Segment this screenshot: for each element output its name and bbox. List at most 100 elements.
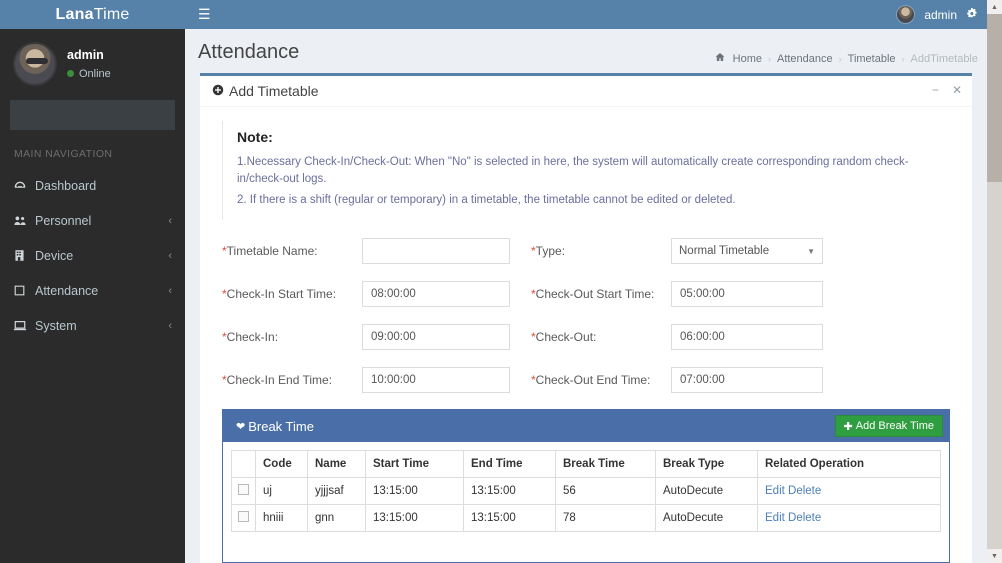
- field-label: *Check-Out:: [531, 330, 671, 344]
- sidebar-item-attendance[interactable]: Attendance ‹: [0, 273, 185, 308]
- dashboard-icon: [13, 179, 35, 193]
- breadcrumb-separator: ›: [838, 53, 842, 64]
- type-select-value: Normal Timetable: [679, 245, 770, 258]
- breadcrumb-attendance[interactable]: Attendance: [777, 53, 833, 65]
- page-scrollbar[interactable]: ▲ ▼: [987, 0, 1002, 563]
- device-icon: [13, 249, 35, 262]
- delete-link[interactable]: Delete: [788, 485, 821, 497]
- field-checkin: *Check-In:: [222, 324, 524, 351]
- users-icon: [13, 214, 35, 228]
- table-row: hniii gnn 13:15:00 13:15:00 78 AutoDecut…: [231, 504, 941, 533]
- sidebar-item-device[interactable]: Device ‹: [0, 238, 185, 273]
- field-label-text: Check-Out Start Time:: [535, 287, 655, 302]
- navbar-avatar[interactable]: [896, 5, 916, 24]
- row-checkbox-cell: [231, 477, 256, 506]
- edit-link[interactable]: Edit: [765, 485, 785, 497]
- field-label: *Check-In Start Time:: [222, 287, 362, 301]
- sidebar-item-personnel[interactable]: Personnel ‹: [0, 203, 185, 238]
- sidebar-caret: ‹: [168, 284, 172, 297]
- search-input[interactable]: [11, 101, 174, 129]
- sidebar-search[interactable]: [10, 100, 175, 130]
- close-button[interactable]: ✕: [952, 83, 962, 97]
- add-timetable-box: Add Timetable − ✕ Note: 1.Necessary Chec…: [200, 73, 972, 563]
- online-status-dot: [67, 70, 74, 78]
- column-end-time[interactable]: End Time: [463, 450, 556, 479]
- note-line-1: 1.Necessary Check-In/Check-Out: When "No…: [237, 156, 909, 185]
- field-label-text: Check-Out End Time:: [535, 373, 651, 388]
- field-label-text: Timetable Name:: [226, 244, 318, 259]
- sidebar-user-status: Online: [67, 67, 111, 82]
- checkin-end-time-input[interactable]: [362, 367, 510, 394]
- field-type: *Type: Normal Timetable ▼: [531, 238, 883, 265]
- sidebar-item-dashboard[interactable]: Dashboard: [0, 168, 185, 203]
- field-checkout-start-time: *Check-Out Start Time:: [531, 281, 883, 308]
- chevron-down-icon: ▼: [807, 246, 815, 256]
- avatar: [13, 42, 57, 86]
- checkout-end-time-input[interactable]: [671, 367, 823, 394]
- brand-logo[interactable]: Lana Time: [0, 0, 185, 29]
- column-start-time[interactable]: Start Time: [365, 450, 464, 479]
- column-break-type[interactable]: Break Type: [655, 450, 758, 479]
- timetable-name-input[interactable]: [362, 238, 510, 265]
- timetable-form: *Timetable Name: *Type: Normal Timetable…: [200, 238, 972, 394]
- checkout-input[interactable]: [671, 324, 823, 351]
- break-time-panel-header: ❤ Break Time ✚ Add Break Time: [223, 410, 949, 443]
- field-checkout-end-time: *Check-Out End Time:: [531, 367, 883, 394]
- gear-icon[interactable]: [966, 7, 979, 22]
- row-checkbox-cell: [231, 504, 256, 533]
- sidebar-caret: ‹: [168, 249, 172, 262]
- add-break-time-button[interactable]: ✚ Add Break Time: [834, 415, 943, 438]
- minimize-button[interactable]: −: [932, 83, 939, 97]
- note-section: Note: 1.Necessary Check-In/Check-Out: Wh…: [222, 121, 950, 221]
- field-label-text: Check-Out:: [535, 330, 597, 345]
- checkin-input[interactable]: [362, 324, 510, 351]
- cell-end-time: 13:15:00: [463, 504, 556, 533]
- sidebar-user-panel[interactable]: admin Online: [0, 29, 185, 96]
- system-icon: [13, 319, 35, 333]
- form-row: *Check-In End Time: *Check-Out End Time:: [222, 367, 954, 394]
- column-break-time[interactable]: Break Time: [555, 450, 656, 479]
- checkin-start-time-input[interactable]: [362, 281, 510, 308]
- type-select[interactable]: Normal Timetable ▼: [671, 238, 823, 265]
- column-code[interactable]: Code: [255, 450, 308, 479]
- cell-code: hniii: [255, 504, 308, 533]
- row-checkbox[interactable]: [238, 511, 249, 523]
- form-row: *Timetable Name: *Type: Normal Timetable…: [222, 238, 954, 265]
- row-checkbox[interactable]: [238, 484, 249, 496]
- field-label-text: Type:: [535, 244, 566, 259]
- field-label-text: Check-In Start Time:: [226, 287, 337, 302]
- sidebar-item-label: Attendance: [35, 283, 99, 298]
- break-time-table-wrap: Code Name Start Time End Time Break Time…: [223, 442, 949, 563]
- sidebar-caret: ‹: [168, 319, 172, 332]
- field-label: *Check-In:: [222, 330, 362, 344]
- cell-related-operation: Edit Delete: [757, 504, 941, 533]
- breadcrumb-timetable[interactable]: Timetable: [848, 53, 896, 65]
- cell-end-time: 13:15:00: [463, 477, 556, 506]
- top-navbar: ☰ admin: [185, 0, 987, 29]
- scroll-down-arrow[interactable]: ▼: [987, 549, 1002, 563]
- cell-break-time: 78: [555, 504, 656, 533]
- sidebar-toggle-icon[interactable]: ☰: [198, 7, 211, 21]
- sidebar-item-system[interactable]: System ‹: [0, 308, 185, 343]
- breadcrumb-addtimetable: AddTimetable: [910, 52, 978, 65]
- scroll-up-arrow[interactable]: ▲: [987, 0, 1002, 14]
- sidebar-item-label: System: [35, 318, 77, 333]
- sidebar-caret: ‹: [168, 214, 172, 227]
- edit-link[interactable]: Edit: [765, 512, 785, 524]
- plus-circle-icon: [212, 84, 224, 98]
- breadcrumb-home[interactable]: Home: [733, 53, 762, 65]
- scrollbar-thumb[interactable]: [987, 14, 1002, 182]
- nav-section-header: MAIN NAVIGATION: [14, 148, 113, 160]
- break-time-title[interactable]: ❤ Break Time: [236, 419, 314, 434]
- column-name[interactable]: Name: [307, 450, 366, 479]
- cell-name: gnn: [307, 504, 366, 533]
- note-heading: Note:: [237, 129, 273, 145]
- sidebar-user-status-label: Online: [79, 67, 111, 80]
- navbar-username[interactable]: admin: [924, 8, 957, 22]
- home-icon: [715, 52, 725, 65]
- delete-link[interactable]: Delete: [788, 512, 821, 524]
- checkout-start-time-input[interactable]: [671, 281, 823, 308]
- plus-icon: ✚: [843, 420, 853, 433]
- breadcrumb: Home › Attendance › Timetable › AddTimet…: [715, 52, 978, 65]
- navbar-right-menu: admin: [896, 0, 979, 29]
